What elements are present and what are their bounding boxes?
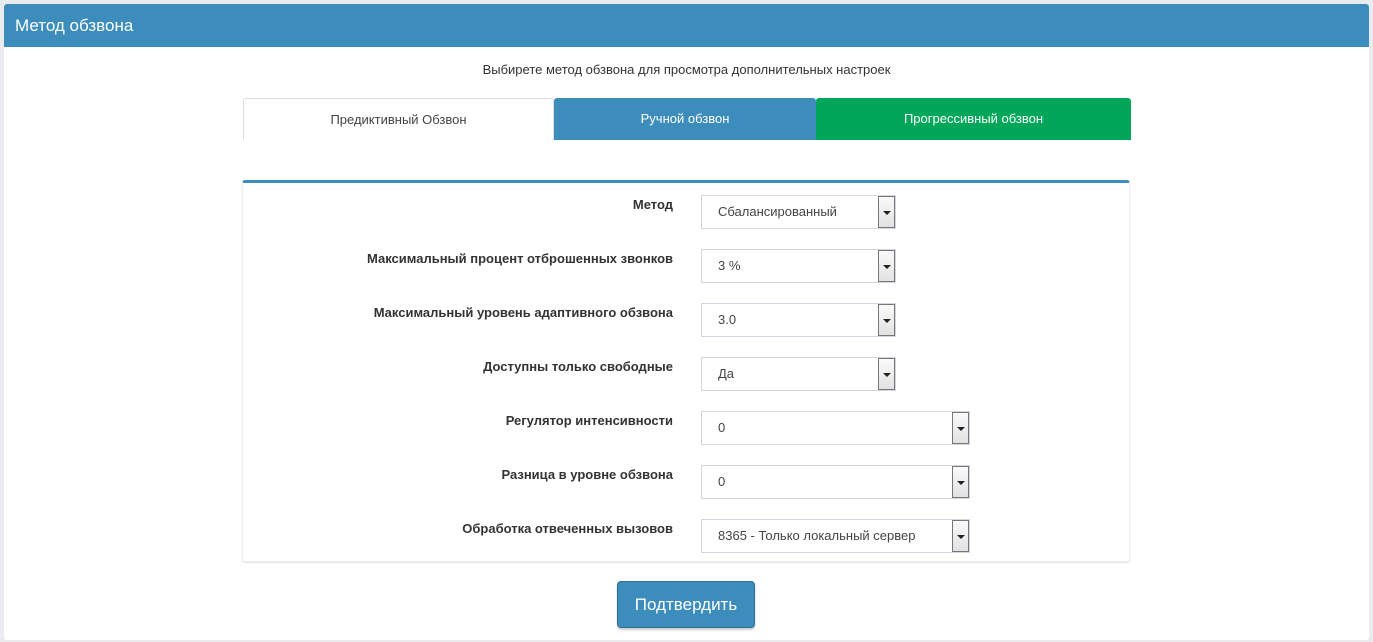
drop-percent-select-value: 3 % [718, 258, 741, 273]
chevron-down-icon[interactable] [878, 304, 895, 336]
answered-calls-label: Обработка отвеченных вызовов [462, 521, 673, 536]
form-row-drop-percent: Максимальный процент отброшенных звонков… [243, 249, 1131, 283]
form-row-adaptive-level: Максимальный уровень адаптивного обзвона… [243, 303, 1131, 337]
settings-form: Метод Сбалансированный Максимальный проц… [242, 180, 1130, 562]
form-row-method: Метод Сбалансированный [243, 195, 1131, 229]
chevron-down-icon[interactable] [952, 466, 969, 498]
method-select[interactable]: Сбалансированный [701, 195, 896, 229]
answered-calls-select[interactable]: 8365 - Только локальный сервер [701, 519, 970, 553]
available-only-select[interactable]: Да [701, 357, 896, 391]
chevron-down-icon[interactable] [952, 412, 969, 444]
adaptive-level-select-value: 3.0 [718, 312, 737, 327]
form-row-level-difference: Разница в уровне обзвона 0 [243, 465, 1131, 499]
method-label: Метод [632, 197, 673, 212]
tab-progressive[interactable]: Прогрессивный обзвон [816, 98, 1131, 140]
dial-method-panel: Метод обзвона Выбирете метод обзвона для… [4, 4, 1369, 640]
submit-button[interactable]: Подтвердить [617, 581, 755, 628]
intensity-select-value: 0 [718, 420, 726, 435]
chevron-down-icon[interactable] [878, 358, 895, 390]
level-difference-select-value: 0 [718, 474, 726, 489]
intensity-select[interactable]: 0 [701, 411, 970, 445]
drop-percent-select[interactable]: 3 % [701, 249, 896, 283]
chevron-down-icon[interactable] [878, 196, 895, 228]
method-select-value: Сбалансированный [718, 204, 837, 219]
panel-title: Метод обзвона [4, 4, 1369, 47]
chevron-down-icon[interactable] [952, 520, 969, 552]
tab-predictive[interactable]: Предиктивный Обзвон [243, 98, 554, 140]
form-row-intensity: Регулятор интенсивности 0 [243, 411, 1131, 445]
answered-calls-select-value: 8365 - Только локальный сервер [718, 528, 916, 543]
available-only-select-value: Да [718, 366, 735, 381]
chevron-down-icon[interactable] [878, 250, 895, 282]
adaptive-level-label: Максимальный уровень адаптивного обзвона [373, 305, 673, 320]
available-only-label: Доступны только свободные [483, 359, 673, 374]
level-difference-label: Разница в уровне обзвона [501, 467, 673, 482]
drop-percent-label: Максимальный процент отброшенных звонков [367, 251, 673, 266]
form-row-answered-calls: Обработка отвеченных вызовов 8365 - Толь… [243, 519, 1131, 553]
intensity-label: Регулятор интенсивности [505, 413, 673, 428]
form-row-available-only: Доступны только свободные Да [243, 357, 1131, 391]
tab-manual[interactable]: Ручной обзвон [554, 98, 816, 140]
dial-method-tabs: Предиктивный Обзвон Ручной обзвон Прогре… [243, 98, 1131, 140]
adaptive-level-select[interactable]: 3.0 [701, 303, 896, 337]
level-difference-select[interactable]: 0 [701, 465, 970, 499]
hint-text: Выбирете метод обзвона для просмотра доп… [482, 62, 891, 77]
